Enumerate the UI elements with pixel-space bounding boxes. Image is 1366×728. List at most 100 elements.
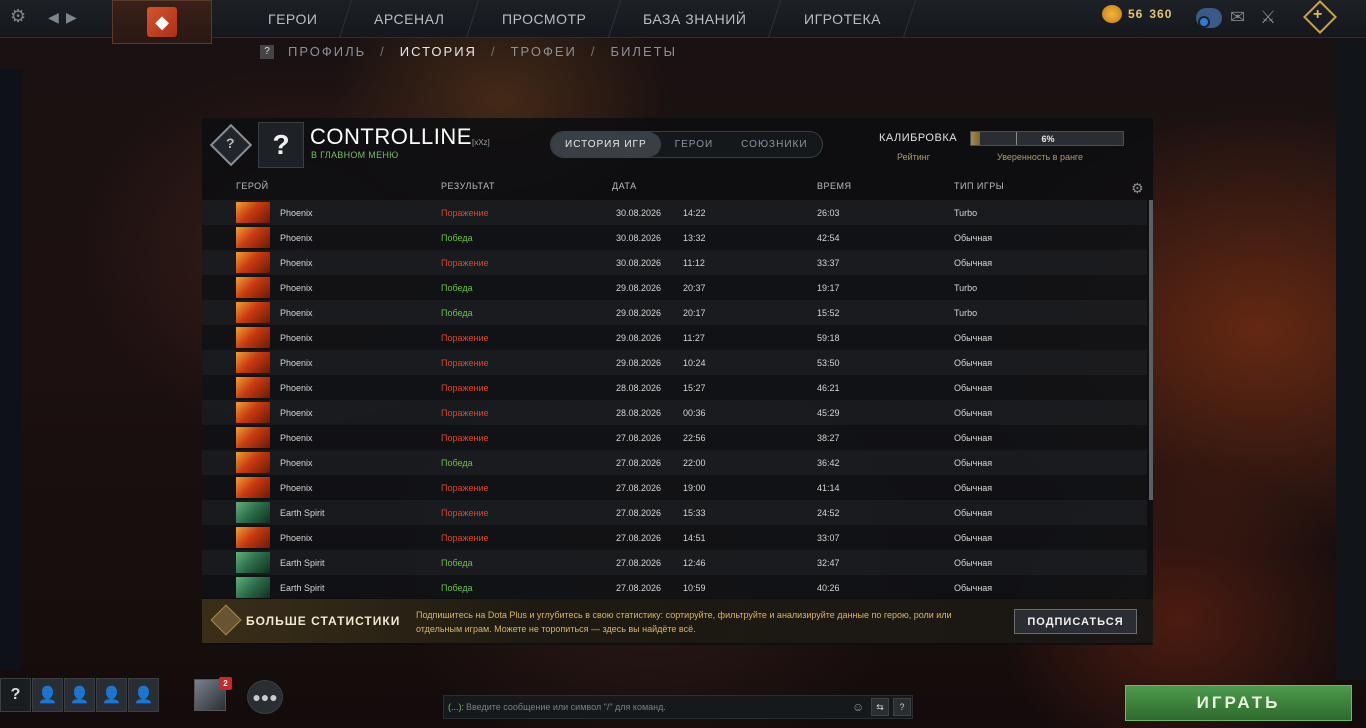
match-time: 14:51 [683, 533, 706, 543]
hero-name: Phoenix [280, 233, 313, 243]
avatar[interactable]: ? [258, 122, 304, 168]
table-row[interactable]: Phoenix Победа 27.08.2026 22:00 36:42 Обычная [202, 450, 1147, 475]
table-row[interactable]: Phoenix Поражение 28.08.2026 00:36 45:29 Обыч… [202, 400, 1147, 425]
tab-allies[interactable]: СОЮЗНИКИ [727, 132, 821, 157]
nav-arcade[interactable]: ИГРОТЕКА [769, 0, 916, 38]
party-slot[interactable]: 👤 [32, 678, 63, 712]
subnav-history[interactable]: ИСТОРИЯ [400, 44, 477, 59]
subscribe-button[interactable]: ПОДПИСАТЬСЯ [1014, 609, 1137, 634]
match-duration: 15:52 [817, 308, 840, 318]
table-row[interactable]: Earth Spirit Победа 27.08.2026 12:46 32:47 Об… [202, 550, 1147, 575]
nav-heroes[interactable]: ГЕРОИ [233, 0, 353, 38]
subnav-profile[interactable]: ПРОФИЛЬ [288, 44, 366, 59]
table-row[interactable]: Phoenix Поражение 27.08.2026 22:56 38:27 Обыч… [202, 425, 1147, 450]
header-result[interactable]: РЕЗУЛЬТАТ [441, 181, 495, 191]
tab-heroes[interactable]: ГЕРОИ [661, 132, 728, 157]
table-header: ГЕРОЙ РЕЗУЛЬТАТ ДАТА ВРЕМЯ ТИП ИГРЫ ⚙ [202, 178, 1153, 198]
chat-channel[interactable]: (...): [448, 702, 464, 712]
match-date: 29.08.2026 [616, 308, 662, 318]
phoenix-portrait-icon [236, 352, 270, 373]
header-hero[interactable]: ГЕРОЙ [236, 181, 269, 191]
match-result: Победа [441, 583, 473, 593]
party-slot[interactable]: 👤 [128, 678, 159, 712]
match-time: 20:17 [683, 308, 706, 318]
match-date: 30.08.2026 [616, 208, 662, 218]
gear-icon[interactable]: ⚙ [10, 6, 26, 27]
calibration-label: КАЛИБРОВКА [879, 132, 958, 144]
nav-armory[interactable]: АРСЕНАЛ [340, 0, 481, 38]
shards-value: 56 [1128, 7, 1144, 21]
match-time: 13:32 [683, 233, 706, 243]
phoenix-portrait-icon [236, 527, 270, 548]
chat-input[interactable] [466, 698, 846, 716]
chat-share-icon[interactable]: ⇆ [871, 698, 889, 716]
currency-display[interactable]: 56 360 [1102, 5, 1172, 23]
chat-status-dot [1198, 16, 1210, 28]
match-time: 11:27 [683, 333, 705, 343]
back-arrow-icon[interactable]: ◀ [48, 9, 59, 26]
nav-label: ГЕРОИ [268, 11, 318, 27]
earth-spirit-portrait-icon [236, 577, 270, 598]
home-tab[interactable]: ◆ [112, 0, 212, 44]
table-row[interactable]: Phoenix Поражение 27.08.2026 19:00 41:14 Обыч… [202, 475, 1147, 500]
friends-icon[interactable]: ●●● [247, 680, 283, 714]
match-history-panel: ? ? CONTROLLINE [xXz] В ГЛАВНОМ МЕНЮ ИСТ… [202, 118, 1153, 645]
gear-icon[interactable]: ⚙ [1131, 180, 1144, 197]
match-time: 22:56 [683, 433, 706, 443]
party-help-button[interactable]: ? [0, 678, 31, 712]
table-row[interactable]: Phoenix Победа 30.08.2026 13:32 42:54 Обычная [202, 225, 1147, 250]
phoenix-portrait-icon [236, 427, 270, 448]
party-slot[interactable]: 👤 [96, 678, 127, 712]
subnav-trophies[interactable]: ТРОФЕИ [511, 44, 577, 59]
match-result: Поражение [441, 208, 489, 218]
match-duration: 26:03 [817, 208, 840, 218]
table-row[interactable]: Earth Spirit Победа 27.08.2026 10:59 40:26 Об… [202, 575, 1147, 598]
match-date: 27.08.2026 [616, 583, 662, 593]
match-date: 29.08.2026 [616, 358, 662, 368]
nav-watch[interactable]: ПРОСМОТР [467, 0, 622, 38]
game-mode: Turbo [954, 283, 978, 293]
subnav-tickets[interactable]: БИЛЕТЫ [611, 44, 678, 59]
table-row[interactable]: Phoenix Победа 29.08.2026 20:17 15:52 Turbo [202, 300, 1147, 325]
help-icon[interactable]: ? [260, 44, 274, 59]
table-row[interactable]: Phoenix Поражение 30.08.2026 14:22 26:03 Turb… [202, 200, 1147, 225]
party-bar: ? 👤 👤 👤 👤 [0, 678, 159, 714]
right-edge [1336, 40, 1366, 680]
table-row[interactable]: Phoenix Поражение 29.08.2026 11:27 59:18 Обыч… [202, 325, 1147, 350]
header-duration[interactable]: ВРЕМЯ [817, 181, 852, 191]
table-row[interactable]: Phoenix Поражение 29.08.2026 10:24 53:50 Обыч… [202, 350, 1147, 375]
match-time: 20:37 [683, 283, 706, 293]
play-button[interactable]: ИГРАТЬ [1125, 685, 1352, 721]
chat-bar: (...): ☺ ⇆ ? [443, 695, 913, 719]
header-date[interactable]: ДАТА [612, 181, 637, 191]
match-date: 30.08.2026 [616, 258, 662, 268]
match-date: 28.08.2026 [616, 408, 662, 418]
match-result: Поражение [441, 533, 489, 543]
armory-icon[interactable]: ⚔ [1260, 7, 1276, 28]
table-row[interactable]: Phoenix Поражение 30.08.2026 11:12 33:37 Обыч… [202, 250, 1147, 275]
table-row[interactable]: Earth Spirit Поражение 27.08.2026 15:33 24:5… [202, 500, 1147, 525]
mail-icon[interactable]: ✉ [1230, 7, 1245, 28]
chat-help-button[interactable]: ? [893, 698, 911, 716]
match-duration: 33:07 [817, 533, 840, 543]
party-slot[interactable]: 👤 [64, 678, 95, 712]
hero-name: Phoenix [280, 383, 313, 393]
match-date: 29.08.2026 [616, 283, 662, 293]
table-row[interactable]: Phoenix Победа 29.08.2026 20:37 19:17 Turbo [202, 275, 1147, 300]
scrollbar[interactable] [1149, 200, 1153, 500]
header-game-mode[interactable]: ТИП ИГРЫ [954, 181, 1004, 191]
nav-learn[interactable]: БАЗА ЗНАНИЙ [609, 0, 782, 38]
match-result: Победа [441, 558, 473, 568]
table-row[interactable]: Phoenix Поражение 27.08.2026 14:51 33:07 Обыч… [202, 525, 1147, 550]
match-duration: 59:18 [817, 333, 840, 343]
hero-name: Phoenix [280, 433, 313, 443]
nav-label: ПРОСМОТР [501, 11, 587, 27]
dota-plus-sign: + [1313, 6, 1323, 23]
tab-match-history[interactable]: ИСТОРИЯ ИГР [551, 132, 661, 157]
emoji-icon[interactable]: ☺ [852, 700, 864, 714]
match-duration: 32:47 [817, 558, 840, 568]
table-row[interactable]: Phoenix Поражение 28.08.2026 15:27 46:21 Обыч… [202, 375, 1147, 400]
player-status: В ГЛАВНОМ МЕНЮ [311, 150, 399, 160]
forward-arrow-icon[interactable]: ▶ [66, 9, 77, 26]
calibration-progress-bar: 6% [970, 131, 1124, 146]
